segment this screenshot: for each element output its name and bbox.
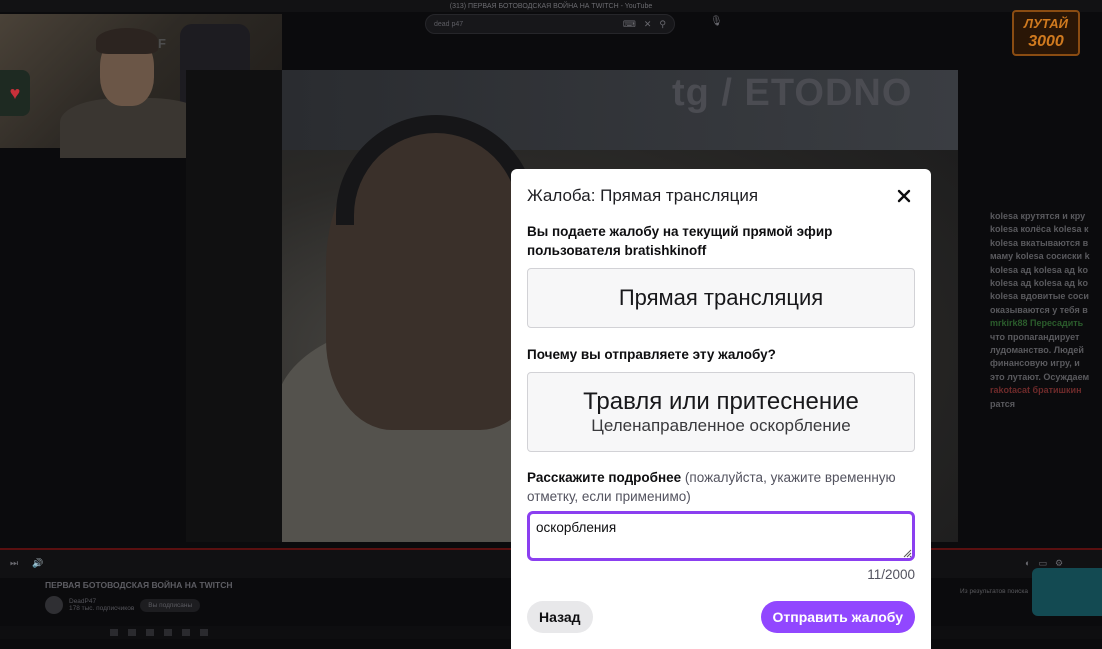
next-icon[interactable]: ⏭: [10, 558, 18, 569]
chat-line: mrkirk88 Пересадить: [990, 318, 1084, 329]
heart-icon: ♥: [0, 70, 30, 116]
report-reason-option[interactable]: Травля или притеснение Целенаправленное …: [527, 372, 915, 452]
search-value: dead p47: [434, 20, 464, 28]
chat-line: kolesa ад kolesa ад ko: [990, 264, 1088, 275]
search-bar[interactable]: dead p47 ⌨ ✕ ⚲: [425, 14, 675, 34]
taskbar-app-icon[interactable]: [110, 629, 118, 636]
resize-grip-icon[interactable]: [902, 548, 912, 558]
close-button[interactable]: [891, 183, 917, 209]
taskbar-app-icon[interactable]: [182, 629, 190, 636]
chat-line: kolesa колёса kolesa к: [990, 224, 1089, 235]
subscribed-button[interactable]: Вы подписаны: [140, 598, 201, 612]
browser-title-bar: (313) ПЕРВАЯ БОТОВОДСКАЯ ВОЙНА НА TWITCH…: [0, 0, 1102, 12]
autoplay-icon[interactable]: ◐: [1025, 558, 1030, 569]
chat-line: kolesa ад kolesa ад ko: [990, 278, 1088, 289]
chat-line: kolesa крутятся и кру: [990, 211, 1086, 221]
channel-avatar[interactable]: [45, 596, 63, 614]
microphone-icon[interactable]: 🎙: [710, 16, 723, 27]
window-title: (313) ПЕРВАЯ БОТОВОДСКАЯ ВОЙНА НА TWITCH…: [449, 2, 653, 10]
side-widget: [1032, 568, 1102, 616]
reason-main-label: Травля или притеснение: [583, 388, 859, 415]
report-intro-text: Вы подаете жалобу на текущий прямой эфир…: [527, 224, 833, 258]
details-textarea[interactable]: оскорбления: [527, 511, 915, 561]
submit-report-button[interactable]: Отправить жалобу: [760, 601, 915, 633]
report-target-label: Прямая трансляция: [618, 285, 824, 310]
taskbar-app-icon[interactable]: [128, 629, 136, 636]
chat-line: kolesa вдовитые соси: [990, 291, 1089, 302]
details-label: Расскажите подробнее (пожалуйста, укажит…: [527, 468, 915, 506]
chat-line: kolesa вкатываются в: [990, 237, 1089, 248]
chat-line: маму kolesa сосиски k: [990, 251, 1090, 262]
chat-line: что пропагандирует: [990, 331, 1080, 342]
chat-line: финансовую игру, и: [990, 358, 1080, 369]
recommend-chip[interactable]: Из результатов поиска: [960, 588, 1028, 595]
channel-name[interactable]: DeadP47: [69, 598, 134, 605]
video-title: ПЕРВАЯ БОТОВОДСКАЯ ВОЙНА НА TWITCH: [45, 580, 233, 590]
streamer-hair: [96, 28, 158, 54]
details-label-bold: Расскажите подробнее: [527, 470, 682, 485]
volume-icon[interactable]: 🔊: [32, 558, 43, 569]
character-counter: 11/2000: [867, 567, 915, 582]
promo-banner[interactable]: ЛУТАЙ 3000: [1012, 10, 1080, 56]
chat-line: это лутают. Осуждаем: [990, 371, 1090, 382]
promo-line2: 3000: [1028, 33, 1064, 50]
video-left-shade: [186, 70, 282, 542]
taskbar-app-icon[interactable]: [164, 629, 172, 636]
taskbar-app-icon[interactable]: [146, 629, 154, 636]
watermark-text: tg / ETODNO: [672, 72, 913, 114]
chat-line: лудоманство. Людей: [990, 345, 1084, 356]
chat-panel: kolesa крутятся и кру kolesa колёса kole…: [990, 210, 1102, 420]
dialog-title: Жалоба: Прямая трансляция: [527, 186, 759, 205]
chat-line: rakotacat братишкин: [990, 385, 1082, 396]
reason-question: Почему вы отправляете эту жалобу?: [527, 347, 776, 362]
report-dialog: Жалоба: Прямая трансляция Вы подаете жал…: [511, 169, 931, 649]
channel-row: DeadP47 178 тыс. подписчиков Вы подписан…: [45, 596, 201, 614]
promo-line1: ЛУТАЙ: [1024, 16, 1068, 31]
chat-line: оказываются у тебя в: [990, 304, 1088, 315]
taskbar-app-icon[interactable]: [200, 629, 208, 636]
back-button[interactable]: Назад: [527, 601, 593, 633]
report-target-option[interactable]: Прямая трансляция: [527, 268, 915, 328]
reason-sub-label: Целенаправленное оскорбление: [591, 416, 851, 435]
keyboard-icon[interactable]: ⌨: [623, 19, 636, 30]
channel-subscribers: 178 тыс. подписчиков: [69, 605, 135, 612]
close-icon: [897, 189, 911, 203]
chat-line: ратся: [990, 398, 1016, 409]
search-icon[interactable]: ⚲: [659, 19, 666, 30]
clear-icon[interactable]: ✕: [644, 19, 652, 30]
